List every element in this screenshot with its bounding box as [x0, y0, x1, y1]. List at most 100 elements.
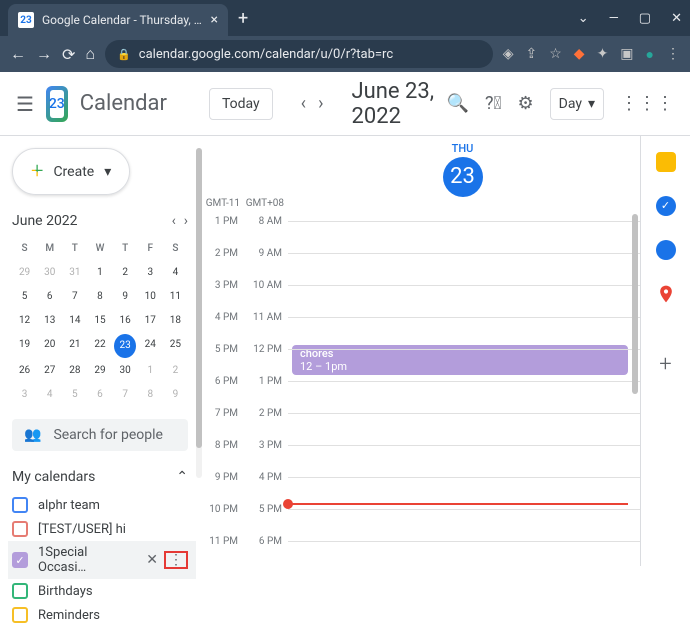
- mini-cal-day[interactable]: 1: [87, 261, 112, 285]
- calendar-checkbox[interactable]: [12, 521, 28, 537]
- mini-cal-day[interactable]: 11: [163, 285, 188, 309]
- forward-icon[interactable]: →: [36, 44, 52, 64]
- create-button[interactable]: + Create ▾: [12, 148, 130, 195]
- main-menu-icon[interactable]: ☰: [16, 92, 34, 116]
- extension-icon-1[interactable]: ◆: [574, 46, 585, 62]
- chevron-down-icon[interactable]: ⌄: [578, 11, 589, 26]
- search-people-input[interactable]: 👥 Search for people: [12, 419, 188, 451]
- close-window-icon[interactable]: ✕: [671, 11, 682, 26]
- mini-cal-day[interactable]: 22: [87, 333, 112, 357]
- browser-tab[interactable]: 23 Google Calendar - Thursday, Jun… ×: [8, 4, 228, 36]
- new-tab-button[interactable]: +: [238, 8, 248, 29]
- mini-cal-day[interactable]: 25: [163, 333, 188, 357]
- mini-cal-day[interactable]: 18: [163, 309, 188, 333]
- mini-cal-day[interactable]: 10: [138, 285, 163, 309]
- back-icon[interactable]: ←: [10, 44, 26, 64]
- calendar-list-item[interactable]: [TEST/USER] hi: [12, 517, 188, 541]
- calendar-list-item[interactable]: alphr team: [12, 493, 188, 517]
- mini-cal-prev-icon[interactable]: ‹: [172, 213, 176, 229]
- mini-cal-day[interactable]: 4: [37, 383, 62, 407]
- search-icon[interactable]: 🔍: [447, 93, 469, 114]
- extensions-icon[interactable]: ✦: [597, 46, 609, 62]
- mini-cal-day[interactable]: 9: [113, 285, 138, 309]
- mini-cal-day[interactable]: 3: [138, 261, 163, 285]
- hour-cell[interactable]: [288, 445, 640, 477]
- hour-cell[interactable]: [288, 541, 640, 573]
- my-calendars-toggle[interactable]: My calendars ⌃: [12, 469, 188, 485]
- mini-cal-day[interactable]: 7: [62, 285, 87, 309]
- mini-cal-day[interactable]: 27: [37, 359, 62, 383]
- add-panel-icon[interactable]: +: [659, 352, 671, 377]
- mini-cal-day[interactable]: 31: [62, 261, 87, 285]
- next-period-icon[interactable]: ›: [314, 89, 327, 118]
- calendar-checkbox[interactable]: [12, 497, 28, 513]
- mini-cal-day[interactable]: 24: [138, 333, 163, 357]
- mini-cal-day[interactable]: 8: [138, 383, 163, 407]
- mini-cal-day[interactable]: 23: [114, 334, 136, 358]
- mini-cal-day[interactable]: 21: [62, 333, 87, 357]
- mini-cal-next-icon[interactable]: ›: [184, 213, 188, 229]
- mini-cal-day[interactable]: 30: [113, 359, 138, 383]
- mini-cal-day[interactable]: 6: [37, 285, 62, 309]
- share-icon[interactable]: ⇪: [525, 46, 537, 62]
- mini-cal-day[interactable]: 30: [37, 261, 62, 285]
- mini-cal-day[interactable]: 15: [87, 309, 112, 333]
- day-number[interactable]: 23: [443, 157, 483, 197]
- hour-cell[interactable]: [288, 381, 640, 413]
- mini-cal-day[interactable]: 5: [12, 285, 37, 309]
- hour-cell[interactable]: [288, 477, 640, 509]
- hour-cell[interactable]: [288, 285, 640, 317]
- mini-cal-day[interactable]: 1: [138, 359, 163, 383]
- tab-close-icon[interactable]: ×: [211, 12, 218, 28]
- profile-icon[interactable]: ●: [646, 46, 654, 63]
- hour-cell[interactable]: [288, 349, 640, 381]
- google-apps-icon[interactable]: ⋮⋮⋮: [620, 93, 674, 114]
- mini-cal-day[interactable]: 29: [12, 261, 37, 285]
- maximize-icon[interactable]: ▢: [639, 11, 651, 26]
- maps-icon[interactable]: [656, 284, 676, 308]
- mini-cal-day[interactable]: 5: [62, 383, 87, 407]
- calendar-options-icon[interactable]: ⋮: [164, 551, 188, 569]
- mini-cal-day[interactable]: 2: [163, 359, 188, 383]
- help-icon[interactable]: ?⃝: [485, 93, 502, 114]
- tasks-icon[interactable]: [656, 196, 676, 216]
- day-view-scrollbar[interactable]: [632, 214, 638, 394]
- calendar-list-item[interactable]: 1Special Occasi…✕⋮: [8, 541, 196, 579]
- mini-cal-day[interactable]: 16: [113, 309, 138, 333]
- mini-cal-day[interactable]: 26: [12, 359, 37, 383]
- mini-cal-day[interactable]: 4: [163, 261, 188, 285]
- hour-row[interactable]: 11 PM6 PM: [200, 541, 640, 573]
- today-button[interactable]: Today: [209, 88, 273, 120]
- extension-icon-2[interactable]: ▣: [620, 46, 633, 62]
- mini-cal-day[interactable]: 6: [87, 383, 112, 407]
- kebab-menu-icon[interactable]: ⋮: [666, 46, 680, 62]
- mini-cal-day[interactable]: 7: [113, 383, 138, 407]
- hour-cell[interactable]: [288, 317, 640, 349]
- mini-cal-day[interactable]: 2: [113, 261, 138, 285]
- hour-cell[interactable]: [288, 413, 640, 445]
- hour-cell[interactable]: [288, 221, 640, 253]
- hour-cell[interactable]: [288, 509, 640, 541]
- mini-cal-day[interactable]: 14: [62, 309, 87, 333]
- calendar-list-item[interactable]: Birthdays: [12, 579, 188, 603]
- mini-cal-day[interactable]: 8: [87, 285, 112, 309]
- calendar-checkbox[interactable]: [12, 583, 28, 599]
- home-icon[interactable]: ⌂: [85, 44, 95, 64]
- calendar-checkbox[interactable]: [12, 607, 28, 623]
- eye-icon[interactable]: ◈: [503, 46, 514, 62]
- hour-cell[interactable]: [288, 253, 640, 285]
- prev-period-icon[interactable]: ‹: [297, 89, 310, 118]
- settings-gear-icon[interactable]: ⚙: [518, 93, 534, 114]
- mini-cal-day[interactable]: 13: [37, 309, 62, 333]
- mini-cal-day[interactable]: 3: [12, 383, 37, 407]
- mini-cal-day[interactable]: 28: [62, 359, 87, 383]
- calendar-list-item[interactable]: Reminders: [12, 603, 188, 627]
- mini-cal-day[interactable]: 12: [12, 309, 37, 333]
- mini-cal-day[interactable]: 29: [87, 359, 112, 383]
- contacts-icon[interactable]: [656, 240, 676, 260]
- mini-cal-day[interactable]: 20: [37, 333, 62, 357]
- mini-cal-day[interactable]: 17: [138, 309, 163, 333]
- mini-cal-day[interactable]: 9: [163, 383, 188, 407]
- address-bar[interactable]: 🔒 calendar.google.com/calendar/u/0/r?tab…: [105, 40, 493, 68]
- star-icon[interactable]: ☆: [549, 46, 562, 62]
